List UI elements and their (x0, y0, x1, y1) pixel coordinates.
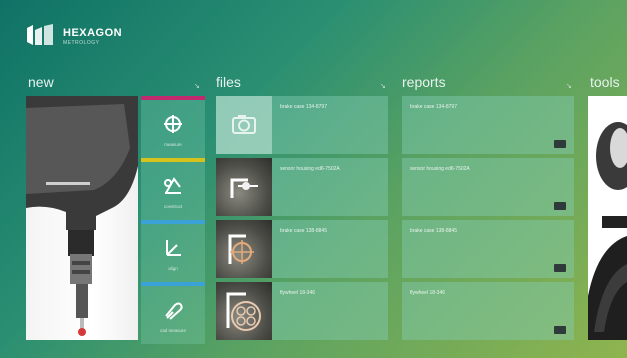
report-tile[interactable]: brake case 138-8845 (402, 220, 574, 278)
file-tile[interactable]: brake case 134-8797 (216, 96, 388, 154)
new-expand-icon[interactable]: ↘ (194, 82, 200, 90)
reports-expand-icon[interactable]: ↘ (566, 82, 572, 90)
stylus-kit-image (588, 122, 627, 340)
report-name: brake case 134-8797 (410, 104, 457, 110)
file-name: sensor housing ed6-7502A (280, 166, 340, 172)
file-name: brake case 138-8845 (280, 228, 327, 234)
crosshair-icon (164, 115, 182, 133)
report-tile[interactable]: flywheel 18-346 (402, 282, 574, 340)
align-icon (166, 240, 181, 256)
tool-tile-measure[interactable]: measure (141, 96, 205, 158)
files-expand-icon[interactable]: ↘ (380, 82, 386, 90)
file-thumbnail (216, 282, 272, 340)
file-thumbnail (216, 158, 272, 216)
part-preview-image (230, 178, 258, 198)
tool-label-cad-measure: cad measure (159, 328, 186, 333)
section-title-tools[interactable]: tools (590, 74, 620, 90)
part-preview-image (226, 292, 261, 331)
tool-tile-cad-measure[interactable]: cad measure (141, 282, 205, 344)
report-tile[interactable]: brake case 134-8797 (402, 96, 574, 154)
tool-label-align: align (168, 266, 178, 271)
file-thumbnail (216, 220, 272, 278)
section-title-new[interactable]: new (28, 74, 54, 90)
report-file-icon (554, 140, 566, 148)
tool-label-measure: measure (164, 142, 182, 147)
file-name: brake case 134-8797 (280, 104, 327, 110)
hexagon-logo: HEXAGON METROLOGY (25, 20, 145, 50)
part-preview-image (228, 234, 254, 264)
section-title-files[interactable]: files (216, 74, 241, 90)
probe-photo (26, 96, 138, 340)
report-file-icon (554, 264, 566, 272)
cad-measure-icon (165, 302, 183, 320)
file-tile[interactable]: flywheel 18-346 (216, 282, 388, 340)
construct-icon (164, 177, 181, 194)
camera-icon (232, 115, 256, 134)
probe-image (26, 96, 138, 336)
tool-tile-construct[interactable]: construct (141, 158, 205, 220)
tools-photo[interactable] (588, 96, 627, 340)
file-tile[interactable]: brake case 138-8845 (216, 220, 388, 278)
report-name: brake case 138-8845 (410, 228, 457, 234)
tool-tile-align[interactable]: align (141, 220, 205, 282)
app-window: HEXAGON METROLOGY new ↘ files ↘ reports … (0, 0, 627, 358)
file-tile[interactable]: sensor housing ed6-7502A (216, 158, 388, 216)
report-name: sensor housing ed6-7502A (410, 166, 470, 172)
file-thumbnail (216, 96, 272, 154)
report-file-icon (554, 326, 566, 334)
file-name: flywheel 18-346 (280, 290, 316, 296)
hexagon-logo-icon (27, 24, 53, 45)
tool-label-construct: construct (163, 204, 183, 209)
report-file-icon (554, 202, 566, 210)
brand-name: HEXAGON (63, 27, 123, 39)
brand-subtitle: METROLOGY (63, 40, 100, 46)
section-title-reports[interactable]: reports (402, 74, 446, 90)
report-name: flywheel 18-346 (410, 290, 446, 296)
report-tile[interactable]: sensor housing ed6-7502A (402, 158, 574, 216)
